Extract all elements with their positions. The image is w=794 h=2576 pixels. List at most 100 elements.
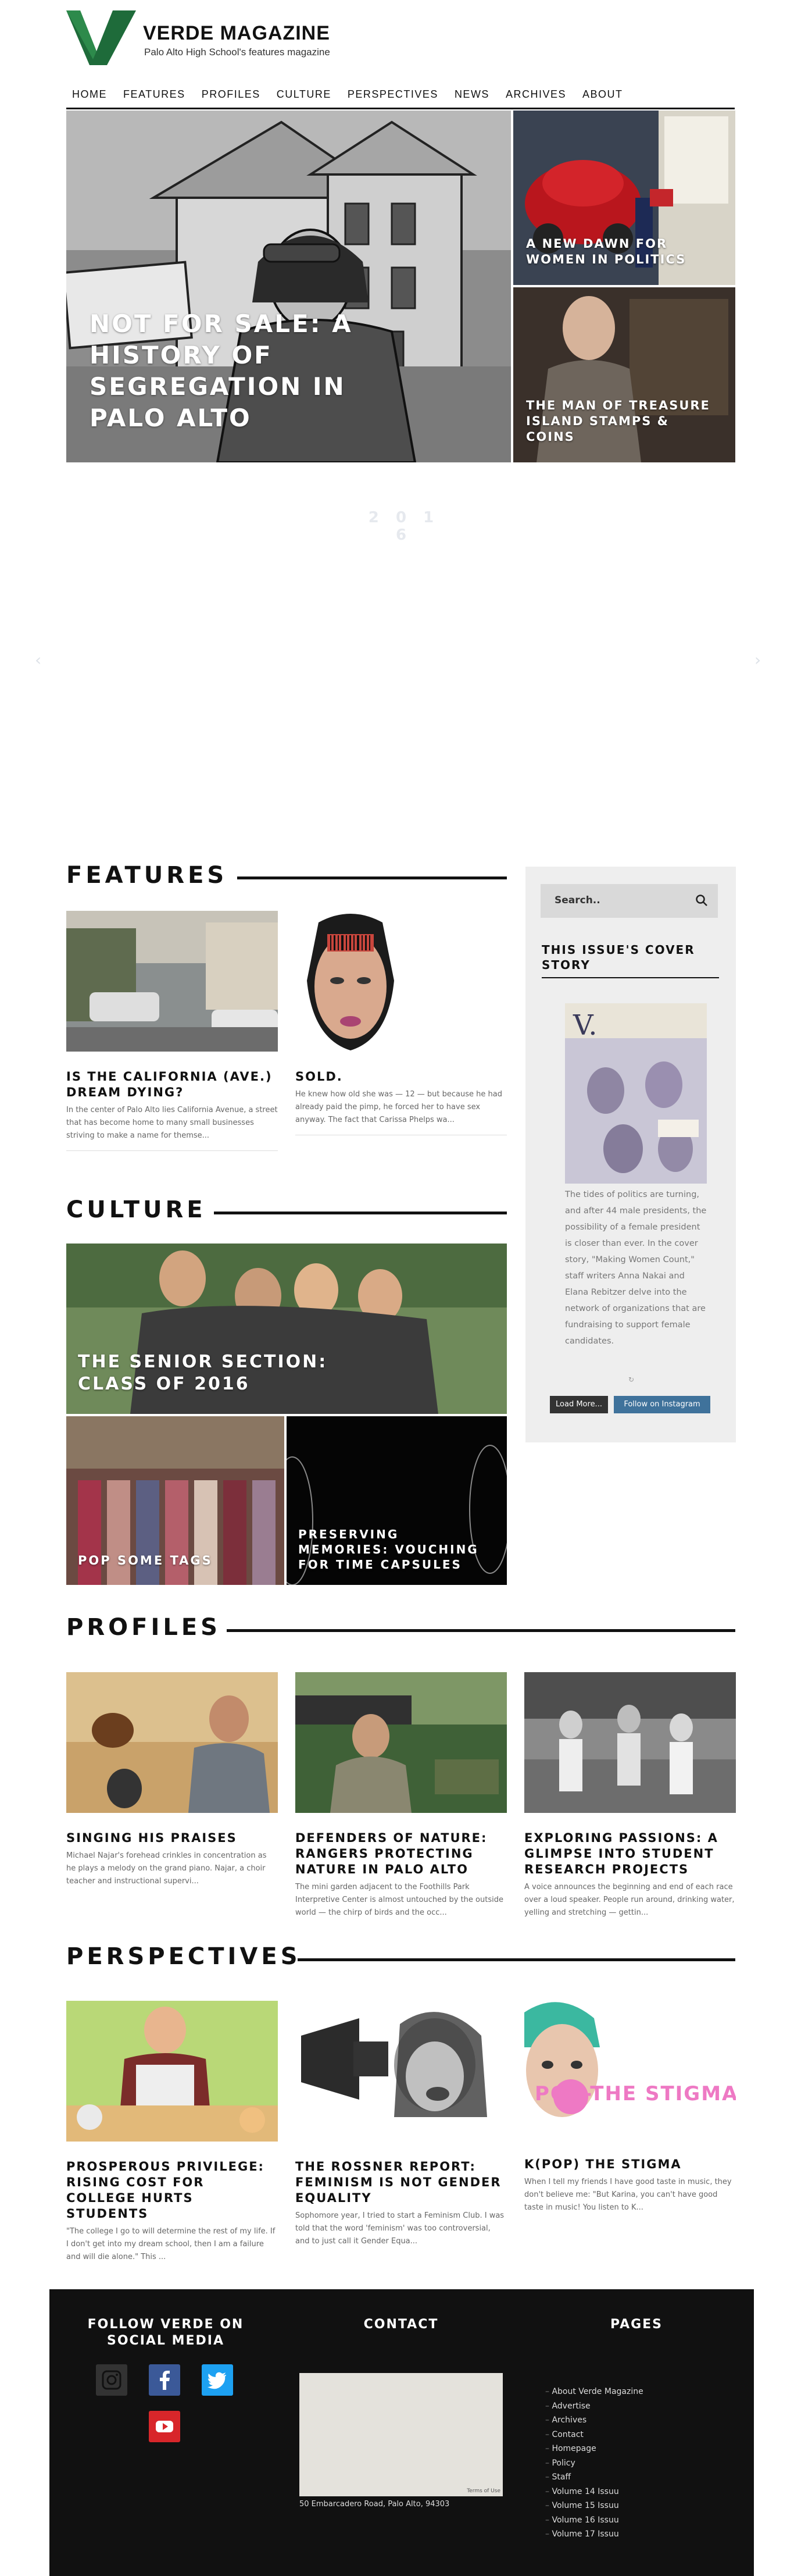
culture-side1-title[interactable]: POP SOME TAGS [78, 1554, 213, 1567]
nav-home[interactable]: HOME [72, 88, 107, 101]
loading-icon: ↻ [628, 1376, 635, 1384]
culture-main-title[interactable]: THE SENIOR SECTION: CLASS OF 2016 [78, 1351, 403, 1395]
choir-teacher-photo [66, 1672, 278, 1813]
perspective-card[interactable]: THE ROSSNER REPORT: FEMINISM IS NOT GEND… [295, 2001, 507, 2248]
footer-page-link[interactable]: Volume 16 Issuu [545, 2513, 696, 2528]
culture-main-story[interactable]: THE SENIOR SECTION: CLASS OF 2016 [66, 1244, 507, 1414]
profile-card-title[interactable]: SINGING HIS PRAISES [66, 1830, 278, 1846]
profile-card-title[interactable]: DEFENDERS OF NATURE: RANGERS PROTECTING … [295, 1830, 507, 1877]
perspectives-heading[interactable]: PERSPECTIVES [66, 1943, 301, 1970]
nav-perspectives[interactable]: PERSPECTIVES [348, 88, 438, 101]
feature-card-title[interactable]: IS THE CALIFORNIA (AVE.) DREAM DYING? [66, 1069, 278, 1100]
perspectives-rule [298, 1958, 735, 1961]
facebook-icon[interactable] [149, 2364, 180, 2396]
footer-pages-heading: PAGES [610, 2317, 663, 2332]
track-race-photo [524, 1672, 736, 1813]
footer-page-link[interactable]: Advertise [545, 2399, 696, 2414]
footer-page-link[interactable]: Policy [545, 2456, 696, 2471]
kpop-face-illustration [524, 2002, 600, 2117]
profile-card-excerpt: Michael Najar's forehead crinkles in con… [66, 1851, 267, 1886]
brand-tagline: Palo Alto High School's features magazin… [144, 47, 330, 58]
cover-story-heading: THIS ISSUE'S COVER STORY [542, 943, 695, 972]
perspective-card-title[interactable]: THE ROSSNER REPORT: FEMINISM IS NOT GEND… [295, 2159, 507, 2206]
hero-side2-title[interactable]: THE MAN OF TREASURE ISLAND STAMPS & COIN… [526, 398, 712, 445]
cover-story-rule [542, 977, 719, 978]
profile-card[interactable]: SINGING HIS PRAISES Michael Najar's fore… [66, 1672, 278, 1888]
profiles-rule [227, 1629, 735, 1632]
footer-page-link[interactable]: Volume 15 Issuu [545, 2499, 696, 2513]
perspective-card-excerpt: Sophomore year, I tried to start a Femin… [295, 2211, 505, 2246]
culture-side-story-time-capsules[interactable]: PRESERVING MEMORIES: VOUCHING FOR TIME C… [287, 1416, 507, 1585]
search-icon[interactable] [695, 894, 708, 907]
perspective-card-title[interactable]: K(POP) THE STIGMA [524, 2157, 736, 2172]
hero-side-story-stamps[interactable]: THE MAN OF TREASURE ISLAND STAMPS & COIN… [513, 287, 735, 462]
features-heading[interactable]: FEATURES [66, 862, 227, 889]
footer-page-link[interactable]: Contact [545, 2428, 696, 2442]
contact-map[interactable]: Terms of Use [299, 2373, 503, 2496]
nav-archives[interactable]: ARCHIVES [506, 88, 566, 101]
feature-card-title[interactable]: SOLD. [295, 1069, 507, 1085]
hero-side-story-politics[interactable]: A NEW DAWN FOR WOMEN IN POLITICS [513, 111, 735, 285]
hero-main-story[interactable]: NOT FOR SALE: A HISTORY OF SEGREGATION I… [66, 111, 511, 462]
college-cost-illustration [66, 2001, 278, 2142]
perspective-card[interactable]: POP-THE STIGMA K(POP) THE STIGMA When I … [524, 2001, 736, 2214]
features-rule [237, 877, 507, 879]
verde-logo-mark[interactable] [66, 10, 136, 65]
kpop-illustration: POP-THE STIGMA [524, 2001, 736, 2142]
feature-card[interactable]: IS THE CALIFORNIA (AVE.) DREAM DYING? In… [66, 911, 278, 1151]
culture-side-story-tags[interactable]: POP SOME TAGS [66, 1416, 284, 1585]
cover-story-text: The tides of politics are turning, and a… [565, 1190, 707, 1346]
twitter-icon[interactable] [202, 2364, 233, 2396]
slider-prev-icon[interactable]: ‹ [35, 650, 41, 669]
culture-rule [214, 1212, 507, 1214]
kpop-graphic-text: POP-THE STIGMA [535, 2082, 736, 2105]
footer-contact-heading: CONTACT [363, 2317, 439, 2332]
youtube-icon[interactable] [149, 2411, 180, 2442]
culture-side2-title[interactable]: PRESERVING MEMORIES: VOUCHING FOR TIME C… [298, 1527, 490, 1572]
perspective-card-excerpt: When I tell my friends I have good taste… [524, 2178, 732, 2212]
nav-news[interactable]: NEWS [455, 88, 489, 101]
perspective-card-title[interactable]: PROSPEROUS PRIVILEGE: RISING COST FOR CO… [66, 2159, 278, 2222]
megaphone-illustration [295, 2001, 507, 2142]
footer-pages-list: About Verde Magazine Advertise Archives … [545, 2385, 696, 2542]
footer-page-link[interactable]: Homepage [545, 2442, 696, 2456]
profile-card-title[interactable]: EXPLORING PASSIONS: A GLIMPSE INTO STUDE… [524, 1830, 736, 1877]
perspective-card-excerpt: "The college I go to will determine the … [66, 2227, 276, 2261]
instagram-icon[interactable] [96, 2364, 127, 2396]
footer-page-link[interactable]: Staff [545, 2470, 696, 2485]
profile-card-excerpt: A voice announces the beginning and end … [524, 1883, 735, 1917]
cover-image[interactable]: V. [565, 1003, 707, 1184]
feature-card[interactable]: SOLD. He knew how old she was — 12 — but… [295, 911, 507, 1135]
nav-profiles[interactable]: PROFILES [202, 88, 260, 101]
issuu-embed-placeholder[interactable]: 2 0 1 6 [357, 509, 450, 544]
map-terms-link[interactable]: Terms of Use [467, 2488, 500, 2494]
load-more-button[interactable]: Load More... [550, 1396, 608, 1413]
feature-card-excerpt: In the center of Palo Alto lies Californ… [66, 1106, 278, 1140]
nav-features[interactable]: FEATURES [123, 88, 185, 101]
profile-card[interactable]: EXPLORING PASSIONS: A GLIMPSE INTO STUDE… [524, 1672, 736, 1919]
nav-culture[interactable]: CULTURE [277, 88, 331, 101]
hero-side1-title[interactable]: A NEW DAWN FOR WOMEN IN POLITICS [526, 236, 712, 268]
hero-main-title[interactable]: NOT FOR SALE: A HISTORY OF SEGREGATION I… [90, 308, 415, 434]
follow-instagram-button[interactable]: Follow on Instagram [614, 1396, 710, 1413]
culture-heading[interactable]: CULTURE [66, 1196, 206, 1223]
search-placeholder[interactable]: Search.. [555, 895, 600, 906]
footer-follow-heading: FOLLOW VERDE ON SOCIAL MEDIA [87, 2317, 244, 2348]
brand-name[interactable]: VERDE MAGAZINE [143, 22, 330, 45]
footer-page-link[interactable]: Volume 17 Issuu [545, 2527, 696, 2542]
footer-page-link[interactable]: Archives [545, 2413, 696, 2428]
slider-next-icon[interactable]: › [754, 650, 761, 669]
nav-about[interactable]: ABOUT [582, 88, 623, 101]
card-divider [66, 1150, 278, 1151]
footer-page-link[interactable]: Volume 14 Issuu [545, 2485, 696, 2499]
svg-text:V.: V. [573, 1009, 598, 1042]
main-nav: HOME FEATURES PROFILES CULTURE PERSPECTI… [66, 81, 735, 109]
profile-card[interactable]: DEFENDERS OF NATURE: RANGERS PROTECTING … [295, 1672, 507, 1919]
feature-card-excerpt: He knew how old she was — 12 — but becau… [295, 1090, 502, 1124]
ranger-photo [295, 1672, 507, 1813]
perspective-card[interactable]: PROSPEROUS PRIVILEGE: RISING COST FOR CO… [66, 2001, 278, 2264]
california-ave-photo [66, 911, 278, 1052]
profile-card-excerpt: The mini garden adjacent to the Foothill… [295, 1883, 503, 1917]
profiles-heading[interactable]: PROFILES [66, 1614, 221, 1641]
footer-page-link[interactable]: About Verde Magazine [545, 2385, 696, 2399]
